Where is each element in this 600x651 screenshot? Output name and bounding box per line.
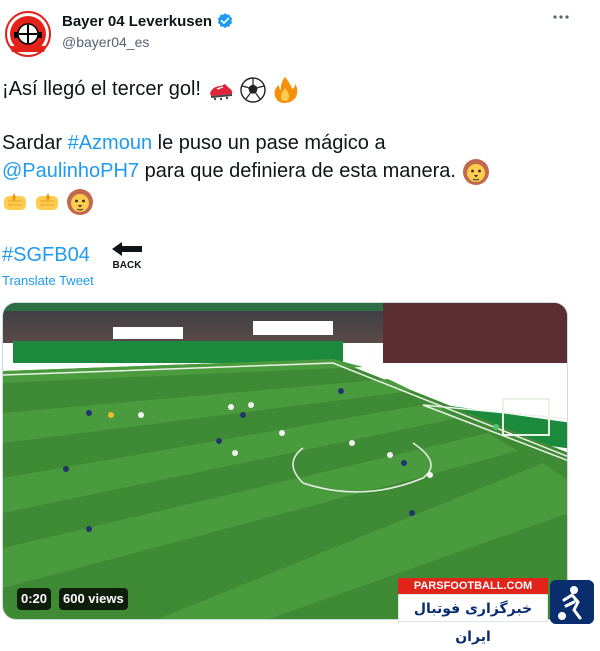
mention-paulinho-link[interactable]: @PaulinhoPH7 [2, 160, 139, 182]
watermark-site: PARSFOOTBALL.COM [398, 578, 548, 594]
tweet-line-1: ¡Así llegó el tercer gol! [2, 74, 298, 104]
video-player[interactable]: 0:20 600 views [2, 302, 568, 620]
tweet-text-4: para que definiera de esta manera. [139, 160, 456, 182]
back-label: BACK [112, 260, 142, 271]
video-views: 600 views [59, 588, 128, 610]
tweet-line-2: Sardar #Azmoun le puso un pase mágico a [2, 128, 386, 158]
lion-emoji [462, 158, 489, 185]
fire-emoji [274, 76, 297, 103]
tweet-text-2: Sardar [2, 132, 68, 154]
tweet-text-1: ¡Así llegó el tercer gol! [2, 78, 201, 100]
back-arrow-icon [112, 242, 142, 256]
user-handle[interactable]: @bayer04_es [62, 34, 149, 50]
tweet-line-4 [2, 186, 94, 216]
tweet-header: Bayer 04 Leverkusen @bayer04_es [0, 0, 600, 60]
tweet-text-3: le puso un pase mágico a [152, 132, 386, 154]
soccer-ball-emoji [240, 77, 266, 103]
translate-tweet-link[interactable]: Translate Tweet [2, 273, 94, 288]
cleat-emoji [209, 83, 232, 100]
video-duration: 0:20 [17, 588, 52, 610]
parsfootball-watermark: PARSFOOTBALL.COM خبرگزاری فوتبال ایران [398, 578, 598, 645]
hashtag-azmoun-link[interactable]: #Azmoun [68, 132, 153, 154]
back-emoji: BACK [110, 240, 144, 271]
hashtag-sgfb04-link[interactable]: #SGFB04 [2, 244, 90, 266]
tweet-line-3: @PaulinhoPH7 para que definiera de esta … [2, 156, 490, 186]
watermark-tagline: خبرگزاری فوتبال ایران [398, 594, 548, 645]
fist-bump-emoji [4, 192, 58, 210]
tweet-line-5: #SGFB04 [2, 240, 90, 270]
bayer-crest-icon[interactable] [4, 10, 52, 58]
lion-emoji [66, 188, 93, 215]
more-options-icon[interactable] [552, 8, 570, 26]
verified-badge-icon [217, 13, 233, 29]
video-frame[interactable] [3, 303, 568, 620]
parsfootball-logo-icon [550, 580, 594, 624]
display-name[interactable]: Bayer 04 Leverkusen [62, 13, 212, 30]
